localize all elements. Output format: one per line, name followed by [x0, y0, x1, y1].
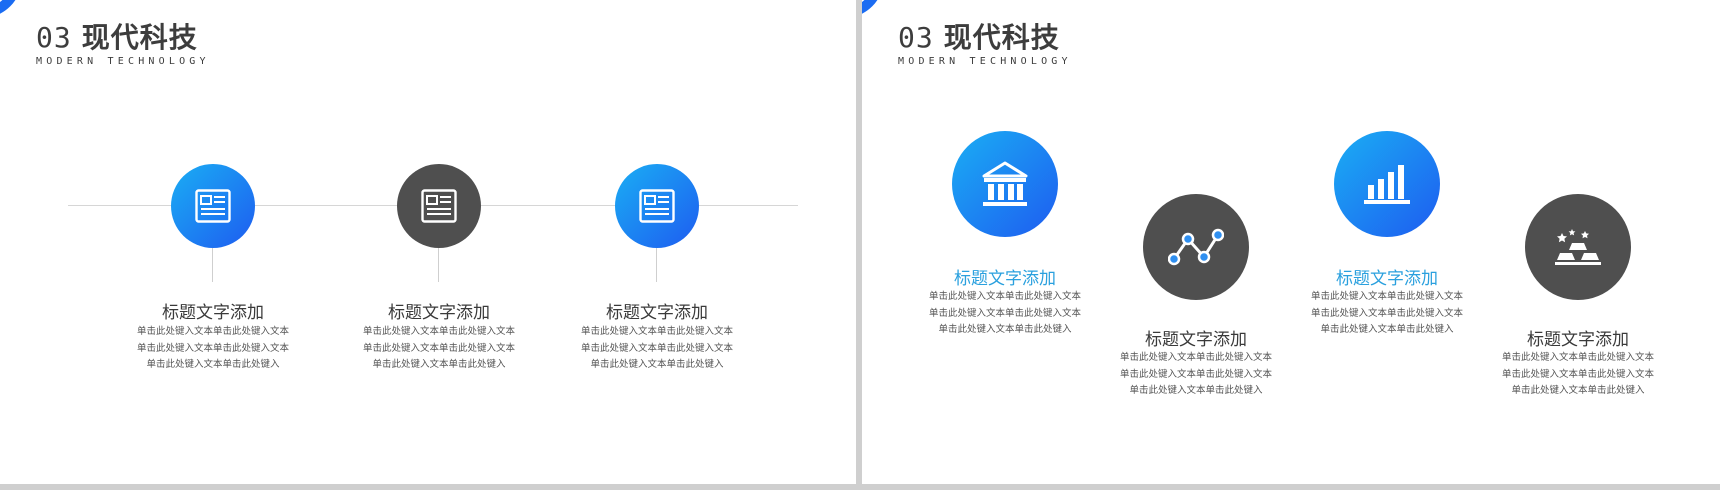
slide-icons: 03 现代科技 MODERN TECHNOLOGY 标题文字添加 单击此处键入文本…	[862, 0, 1720, 484]
body-line: 单击此处键入文本单击此处键入	[372, 359, 506, 370]
slide-timeline: 03 现代科技 MODERN TECHNOLOGY 标题文字添加 单击此处键入文本…	[0, 0, 856, 484]
slide-title: 03 现代科技	[36, 16, 198, 56]
body-line: 单击此处键入文本单击此处键入文本	[1310, 307, 1463, 319]
document-icon	[639, 189, 675, 223]
item-body: 单击此处键入文本单击此处键入文本 单击此处键入文本单击此处键入文本 单击此处键入…	[1296, 289, 1478, 339]
item-body: 单击此处键入文本单击此处键入文本 单击此处键入文本单击此处键入文本 单击此处键入…	[566, 324, 748, 374]
item-circle	[1525, 194, 1631, 300]
bar-chart-icon	[1364, 165, 1410, 204]
connector-line	[438, 248, 439, 282]
body-line: 单击此处键入文本单击此处键入文本	[1501, 368, 1654, 380]
body-line: 单击此处键入文本单击此处键入	[1129, 385, 1263, 396]
body-line: 单击此处键入文本单击此处键入	[1320, 324, 1454, 335]
item-body: 单击此处键入文本单击此处键入文本 单击此处键入文本单击此处键入文本 单击此处键入…	[914, 289, 1096, 339]
title-text: 现代科技	[81, 21, 198, 54]
item-title: 标题文字添加	[606, 303, 708, 323]
document-icon	[195, 189, 231, 223]
connector-line	[656, 248, 657, 282]
document-icon	[421, 189, 457, 223]
body-line: 单击此处键入文本单击此处键入文本	[1310, 291, 1463, 302]
item-circle	[171, 164, 255, 248]
item-circle	[615, 164, 699, 248]
slide-subtitle: MODERN TECHNOLOGY	[898, 56, 1072, 67]
body-line: 单击此处键入文本单击此处键入文本	[1119, 352, 1272, 363]
gold-bars-icon	[1555, 229, 1601, 265]
item-title: 标题文字添加	[388, 303, 490, 323]
item-title: 标题文字添加	[1336, 269, 1438, 289]
bank-icon	[982, 161, 1028, 206]
body-line: 单击此处键入文本单击此处键入	[1511, 385, 1645, 396]
item-title: 标题文字添加	[162, 303, 264, 323]
slide-title: 03 现代科技	[898, 16, 1060, 56]
body-line: 单击此处键入文本单击此处键入	[146, 359, 280, 370]
item-title: 标题文字添加	[1145, 330, 1247, 350]
line-chart-icon	[1168, 228, 1224, 266]
title-text: 现代科技	[943, 21, 1060, 54]
body-line: 单击此处键入文本单击此处键入	[590, 359, 724, 370]
item-circle	[1143, 194, 1249, 300]
body-line: 单击此处键入文本单击此处键入文本	[1119, 368, 1272, 380]
item-body: 单击此处键入文本单击此处键入文本 单击此处键入文本单击此处键入文本 单击此处键入…	[1105, 350, 1287, 400]
body-line: 单击此处键入文本单击此处键入文本	[362, 342, 515, 354]
body-line: 单击此处键入文本单击此处键入文本	[580, 342, 733, 354]
title-number: 03	[36, 21, 72, 54]
item-body: 单击此处键入文本单击此处键入文本 单击此处键入文本单击此处键入文本 单击此处键入…	[122, 324, 304, 374]
connector-line	[212, 248, 213, 282]
body-line: 单击此处键入文本单击此处键入文本	[580, 326, 733, 337]
slide-subtitle: MODERN TECHNOLOGY	[36, 56, 210, 67]
item-circle	[952, 131, 1058, 237]
body-line: 单击此处键入文本单击此处键入文本	[362, 326, 515, 337]
body-line: 单击此处键入文本单击此处键入文本	[928, 291, 1081, 302]
body-line: 单击此处键入文本单击此处键入文本	[1501, 352, 1654, 363]
item-title: 标题文字添加	[954, 269, 1056, 289]
body-line: 单击此处键入文本单击此处键入文本	[136, 326, 289, 337]
item-title: 标题文字添加	[1527, 330, 1629, 350]
item-body: 单击此处键入文本单击此处键入文本 单击此处键入文本单击此处键入文本 单击此处键入…	[1487, 350, 1669, 400]
corner-arc-decoration	[862, 0, 884, 18]
corner-arc-decoration	[0, 0, 22, 18]
body-line: 单击此处键入文本单击此处键入文本	[136, 342, 289, 354]
title-number: 03	[898, 21, 934, 54]
body-line: 单击此处键入文本单击此处键入	[938, 324, 1072, 335]
item-body: 单击此处键入文本单击此处键入文本 单击此处键入文本单击此处键入文本 单击此处键入…	[348, 324, 530, 374]
body-line: 单击此处键入文本单击此处键入文本	[928, 307, 1081, 319]
item-circle	[397, 164, 481, 248]
item-circle	[1334, 131, 1440, 237]
